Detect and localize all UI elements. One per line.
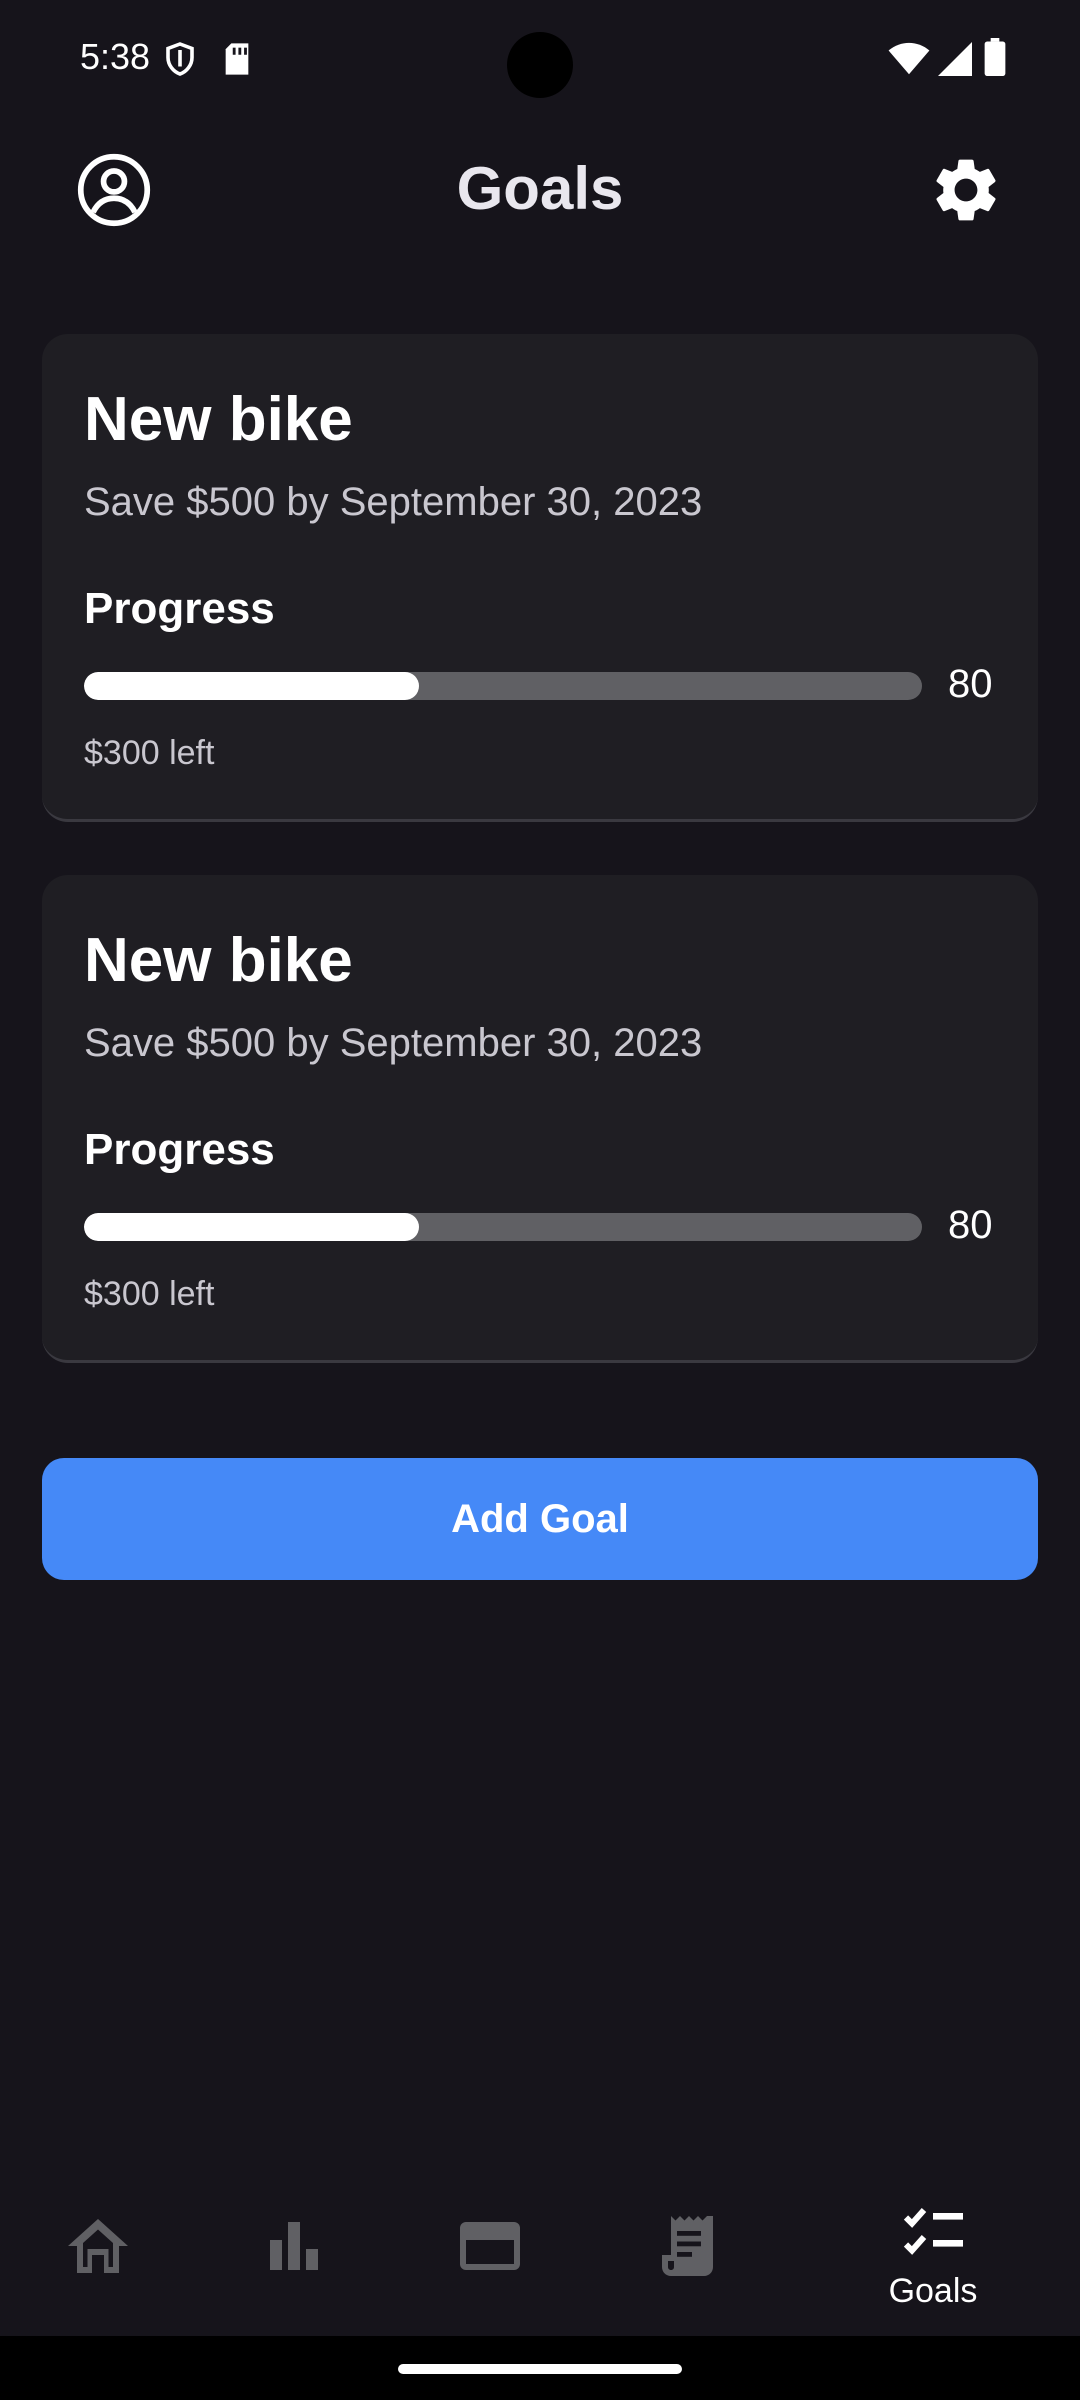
goal-description: Save $500 by September 30, 2023	[84, 1021, 703, 1065]
nav-label-goals: Goals	[888, 2272, 978, 2310]
goal-card[interactable]: New bike Save $500 by September 30, 2023…	[42, 875, 1038, 1363]
camera-cutout	[507, 32, 573, 98]
home-gesture-handle[interactable]	[398, 2364, 682, 2374]
nav-item-cards[interactable]	[410, 2170, 570, 2336]
goal-title: New bike	[84, 385, 353, 454]
nav-item-goals[interactable]: Goals	[853, 2170, 1013, 2336]
nav-item-stats[interactable]	[214, 2170, 374, 2336]
signal-icon	[938, 42, 972, 76]
status-bar: 5:38	[0, 0, 1080, 120]
progress-value: 80	[948, 1203, 993, 1247]
checklist-icon	[903, 2208, 963, 2255]
gesture-navigation-bar	[0, 2336, 1080, 2400]
remaining-amount: $300 left	[84, 734, 215, 772]
nav-item-home[interactable]	[18, 2170, 178, 2336]
progress-fill	[84, 1213, 420, 1241]
bar-chart-icon	[270, 2222, 318, 2270]
sd-card-icon	[225, 43, 249, 75]
remaining-amount: $300 left	[84, 1275, 215, 1313]
settings-button[interactable]	[928, 152, 1004, 228]
page-title: Goals	[456, 155, 624, 222]
gear-icon	[936, 159, 996, 221]
goal-title: New bike	[84, 926, 353, 995]
progress-value: 80	[948, 662, 993, 706]
shield-icon	[166, 42, 194, 76]
progress-label: Progress	[84, 1125, 275, 1174]
progress-fill	[84, 672, 420, 700]
add-goal-button[interactable]: Add Goal	[42, 1458, 1038, 1580]
wifi-icon	[888, 42, 930, 75]
battery-icon	[984, 38, 1006, 76]
goal-card[interactable]: New bike Save $500 by September 30, 2023…	[42, 334, 1038, 822]
receipt-icon	[662, 2216, 713, 2276]
goal-description: Save $500 by September 30, 2023	[84, 480, 703, 524]
app-bar: Goals	[0, 130, 1080, 250]
credit-card-icon	[460, 2222, 520, 2270]
progress-bar	[84, 1213, 922, 1241]
status-time: 5:38	[80, 36, 151, 77]
progress-bar	[84, 672, 922, 700]
progress-label: Progress	[84, 584, 275, 633]
nav-item-receipts[interactable]	[606, 2170, 766, 2336]
home-icon	[68, 2219, 128, 2273]
bottom-navigation: Goals	[0, 2170, 1080, 2336]
